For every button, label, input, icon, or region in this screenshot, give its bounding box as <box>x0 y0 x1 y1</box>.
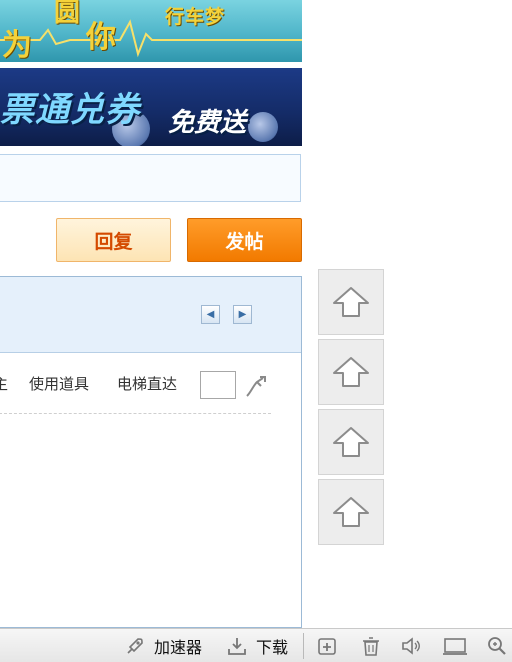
rocket-icon[interactable] <box>124 635 146 657</box>
browser-status-bar: 加速器 下载 <box>0 628 512 662</box>
thread-panel-header: ◀ ▶ <box>0 277 301 353</box>
banner-orb <box>248 112 278 142</box>
arrow-left-icon[interactable]: ◀ <box>201 305 220 324</box>
banner-coupon-title: 票通兑券 <box>0 90 140 130</box>
reply-button[interactable]: 回复 <box>56 218 171 262</box>
arrow-up-icon <box>333 497 369 527</box>
elevator-label: 电梯直达 <box>117 375 178 393</box>
arrow-up-icon <box>333 287 369 317</box>
banner-ad-coupon[interactable]: 票通兑券 免费送 <box>0 68 302 146</box>
plus-box-icon[interactable] <box>316 635 338 657</box>
scroll-up-button[interactable] <box>318 479 384 545</box>
speaker-icon[interactable] <box>400 635 422 657</box>
only-author-link[interactable]: 主 <box>0 373 8 394</box>
scroll-up-button[interactable] <box>318 269 384 335</box>
heartbeat-line-graphic <box>0 19 302 58</box>
new-post-button[interactable]: 发帖 <box>187 218 302 262</box>
arrow-up-icon <box>333 357 369 387</box>
banner-char-2: 圆 <box>54 0 81 28</box>
notice-box <box>0 154 301 202</box>
arrow-up-icon <box>333 427 369 457</box>
thread-panel: ◀ ▶ 主 使用道具 电梯直达 <box>0 276 302 628</box>
use-tools-link[interactable]: 使用道具 <box>29 373 89 394</box>
elevator-go-icon[interactable] <box>243 374 269 398</box>
thread-toolbar: 主 使用道具 电梯直达 <box>0 371 301 401</box>
trash-icon[interactable] <box>360 635 382 657</box>
banner-char-3: 你 <box>86 20 116 55</box>
divider <box>0 413 271 414</box>
scroll-up-button[interactable] <box>318 339 384 405</box>
status-separator <box>303 633 304 659</box>
scroll-up-button[interactable] <box>318 409 384 475</box>
accelerator-label[interactable]: 加速器 <box>154 635 202 657</box>
zoom-icon[interactable] <box>486 635 508 657</box>
download-icon[interactable] <box>226 635 248 657</box>
monitor-icon[interactable] <box>442 635 468 657</box>
banner-ad-top[interactable]: 为 圆 你 行车梦 <box>0 0 302 62</box>
banner-coupon-sub: 免费送 <box>168 108 247 138</box>
download-label[interactable]: 下载 <box>256 635 288 657</box>
banner-tagline: 行车梦 <box>165 6 226 28</box>
floor-number-input[interactable] <box>200 371 236 399</box>
banner-char-1: 为 <box>2 28 32 62</box>
arrow-right-icon[interactable]: ▶ <box>233 305 252 324</box>
